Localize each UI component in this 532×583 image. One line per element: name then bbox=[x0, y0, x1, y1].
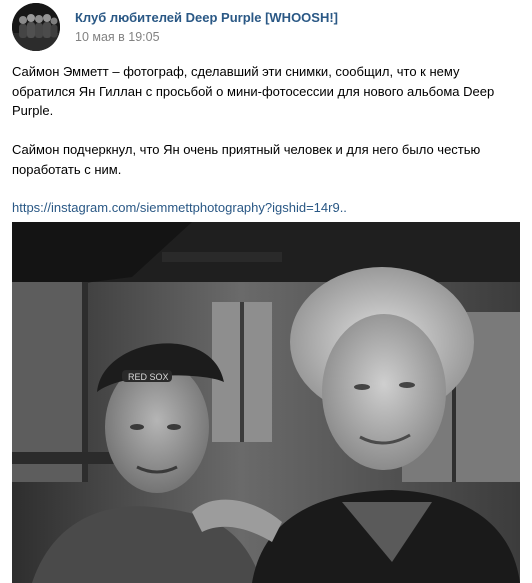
instagram-link[interactable]: https://instagram.com/siemmettphotograph… bbox=[12, 200, 347, 215]
band-photo-icon bbox=[12, 3, 60, 51]
post-header: Клуб любителей Deep Purple [WHOOSH!] 10 … bbox=[12, 2, 338, 52]
post-link-line: https://instagram.com/siemmettphotograph… bbox=[12, 198, 510, 218]
photo-image: RED SOX bbox=[12, 222, 520, 583]
post-paragraph-1: Саймон Эмметт – фотограф, сделавший эти … bbox=[12, 64, 495, 118]
post-paragraph-2: Саймон подчеркнул, что Ян очень приятный… bbox=[12, 142, 481, 177]
group-avatar[interactable] bbox=[12, 3, 60, 51]
group-name-link[interactable]: Клуб любителей Deep Purple [WHOOSH!] bbox=[75, 9, 338, 26]
wall-post: Клуб любителей Deep Purple [WHOOSH!] 10 … bbox=[0, 0, 532, 583]
post-date-link[interactable]: 10 мая в 19:05 bbox=[75, 28, 338, 46]
cap-text: RED SOX bbox=[128, 372, 169, 382]
post-photo[interactable]: RED SOX bbox=[12, 222, 520, 583]
post-text: Саймон Эмметт – фотограф, сделавший эти … bbox=[12, 62, 510, 218]
header-text: Клуб любителей Deep Purple [WHOOSH!] 10 … bbox=[75, 9, 338, 46]
